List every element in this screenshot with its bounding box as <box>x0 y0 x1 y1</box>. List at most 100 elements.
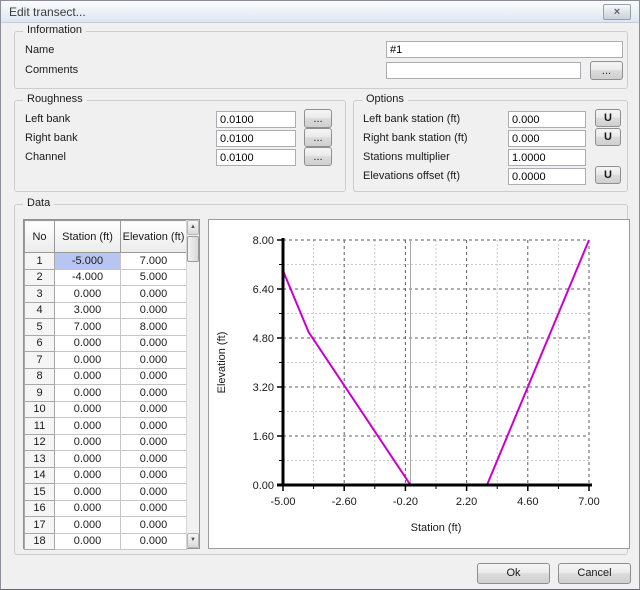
row-number-cell: 2 <box>25 269 55 286</box>
row-number-cell: 16 <box>25 500 55 517</box>
station-cell[interactable]: -4.000 <box>55 269 121 286</box>
scroll-down-icon[interactable]: ▼ <box>187 533 199 548</box>
row-number-cell: 7 <box>25 352 55 369</box>
station-cell[interactable]: 0.000 <box>55 335 121 352</box>
station-cell[interactable]: 0.000 <box>55 434 121 451</box>
row-number-cell: 10 <box>25 401 55 418</box>
table-row: 140.0000.000 <box>25 467 187 484</box>
right-bank-station-units-button[interactable]: U <box>595 128 621 146</box>
comments-label: Comments <box>25 64 78 76</box>
elevation-cell[interactable]: 8.000 <box>121 319 187 336</box>
station-cell[interactable]: 7.000 <box>55 319 121 336</box>
elevation-cell[interactable]: 0.000 <box>121 434 187 451</box>
x-tick-label: 4.60 <box>517 496 538 508</box>
left-bank-label: Left bank <box>25 113 70 125</box>
station-cell[interactable]: 0.000 <box>55 500 121 517</box>
data-group-label: Data <box>23 197 54 209</box>
table-row: 130.0000.000 <box>25 451 187 468</box>
scrollbar-thumb[interactable] <box>187 236 199 262</box>
elevation-cell[interactable]: 0.000 <box>121 335 187 352</box>
elevation-cell[interactable]: 0.000 <box>121 352 187 369</box>
elevation-cell[interactable]: 0.000 <box>121 517 187 534</box>
right-bank-browse-button[interactable]: ... <box>304 128 332 147</box>
y-tick-label: 8.00 <box>253 235 274 247</box>
left-bank-input[interactable] <box>216 111 296 128</box>
y-axis-label: Elevation (ft) <box>216 332 228 394</box>
elevation-cell[interactable]: 0.000 <box>121 401 187 418</box>
transect-data-table: No Station (ft) Elevation (ft) 1-5.0007.… <box>23 219 200 549</box>
station-cell[interactable]: 0.000 <box>55 533 121 550</box>
elevation-cell[interactable]: 7.000 <box>121 253 187 270</box>
title-bar[interactable]: Edit transect... × <box>1 1 639 23</box>
comments-input[interactable] <box>386 62 581 79</box>
station-cell[interactable]: 0.000 <box>55 352 121 369</box>
table-row: 90.0000.000 <box>25 385 187 402</box>
station-cell[interactable]: 0.000 <box>55 467 121 484</box>
station-cell[interactable]: 0.000 <box>55 286 121 303</box>
elevation-cell[interactable]: 0.000 <box>121 533 187 550</box>
station-cell[interactable]: 0.000 <box>55 484 121 501</box>
station-cell[interactable]: 0.000 <box>55 418 121 435</box>
station-cell[interactable]: 0.000 <box>55 401 121 418</box>
elevations-offset-units-button[interactable]: U <box>595 166 621 184</box>
elevation-cell[interactable]: 0.000 <box>121 467 187 484</box>
left-bank-station-units-button[interactable]: U <box>595 109 621 127</box>
elevations-offset-input[interactable] <box>508 168 586 185</box>
table-scrollbar[interactable]: ▲ ▼ <box>186 220 199 548</box>
right-bank-station-input[interactable] <box>508 130 586 147</box>
table-row: 150.0000.000 <box>25 484 187 501</box>
station-cell[interactable]: 3.000 <box>55 302 121 319</box>
stations-multiplier-input[interactable] <box>508 149 586 166</box>
table-row: 160.0000.000 <box>25 500 187 517</box>
elevation-cell[interactable]: 0.000 <box>121 286 187 303</box>
close-icon[interactable]: × <box>603 4 631 20</box>
table-row: 110.0000.000 <box>25 418 187 435</box>
row-number-cell: 17 <box>25 517 55 534</box>
left-bank-station-input[interactable] <box>508 111 586 128</box>
table-row: 170.0000.000 <box>25 517 187 534</box>
right-bank-label: Right bank <box>25 132 78 144</box>
elevation-cell[interactable]: 5.000 <box>121 269 187 286</box>
station-cell[interactable]: -5.000 <box>55 253 121 270</box>
chart-panel: -5.00-2.60-0.202.204.607.000.001.603.204… <box>208 219 630 549</box>
row-number-cell: 14 <box>25 467 55 484</box>
window-title: Edit transect... <box>9 5 86 19</box>
station-cell[interactable]: 0.000 <box>55 385 121 402</box>
elevation-cell[interactable]: 0.000 <box>121 368 187 385</box>
table-row: 180.0000.000 <box>25 533 187 550</box>
x-axis-label: Station (ft) <box>411 522 462 534</box>
elevation-cell[interactable]: 0.000 <box>121 418 187 435</box>
right-bank-input[interactable] <box>216 130 296 147</box>
col-header-elevation: Elevation (ft) <box>121 221 187 253</box>
y-tick-label: 1.60 <box>253 431 274 443</box>
station-cell[interactable]: 0.000 <box>55 451 121 468</box>
x-tick-label: 2.20 <box>456 496 477 508</box>
elevation-cell[interactable]: 0.000 <box>121 385 187 402</box>
row-number-cell: 6 <box>25 335 55 352</box>
elevation-cell[interactable]: 0.000 <box>121 302 187 319</box>
ok-button[interactable]: Ok <box>477 563 550 584</box>
data-table-body: 1-5.0007.0002-4.0005.00030.0000.00043.00… <box>25 253 187 550</box>
col-header-station: Station (ft) <box>55 221 121 253</box>
name-input[interactable] <box>386 41 623 58</box>
transect-chart: -5.00-2.60-0.202.204.607.000.001.603.204… <box>209 220 629 548</box>
x-tick-label: 7.00 <box>578 496 599 508</box>
channel-browse-button[interactable]: ... <box>304 147 332 166</box>
station-cell[interactable]: 0.000 <box>55 368 121 385</box>
elevation-cell[interactable]: 0.000 <box>121 484 187 501</box>
row-number-cell: 11 <box>25 418 55 435</box>
table-row: 120.0000.000 <box>25 434 187 451</box>
scroll-up-icon[interactable]: ▲ <box>187 220 199 235</box>
y-tick-label: 6.40 <box>253 284 274 296</box>
channel-input[interactable] <box>216 149 296 166</box>
elevation-cell[interactable]: 0.000 <box>121 500 187 517</box>
x-tick-label: -0.20 <box>393 496 418 508</box>
left-bank-browse-button[interactable]: ... <box>304 109 332 128</box>
elevation-cell[interactable]: 0.000 <box>121 451 187 468</box>
station-cell[interactable]: 0.000 <box>55 517 121 534</box>
options-group-label: Options <box>362 93 408 105</box>
left-bank-station-label: Left bank station (ft) <box>363 113 460 125</box>
table-row: 43.0000.000 <box>25 302 187 319</box>
cancel-button[interactable]: Cancel <box>558 563 631 584</box>
comments-browse-button[interactable]: ... <box>590 61 623 80</box>
